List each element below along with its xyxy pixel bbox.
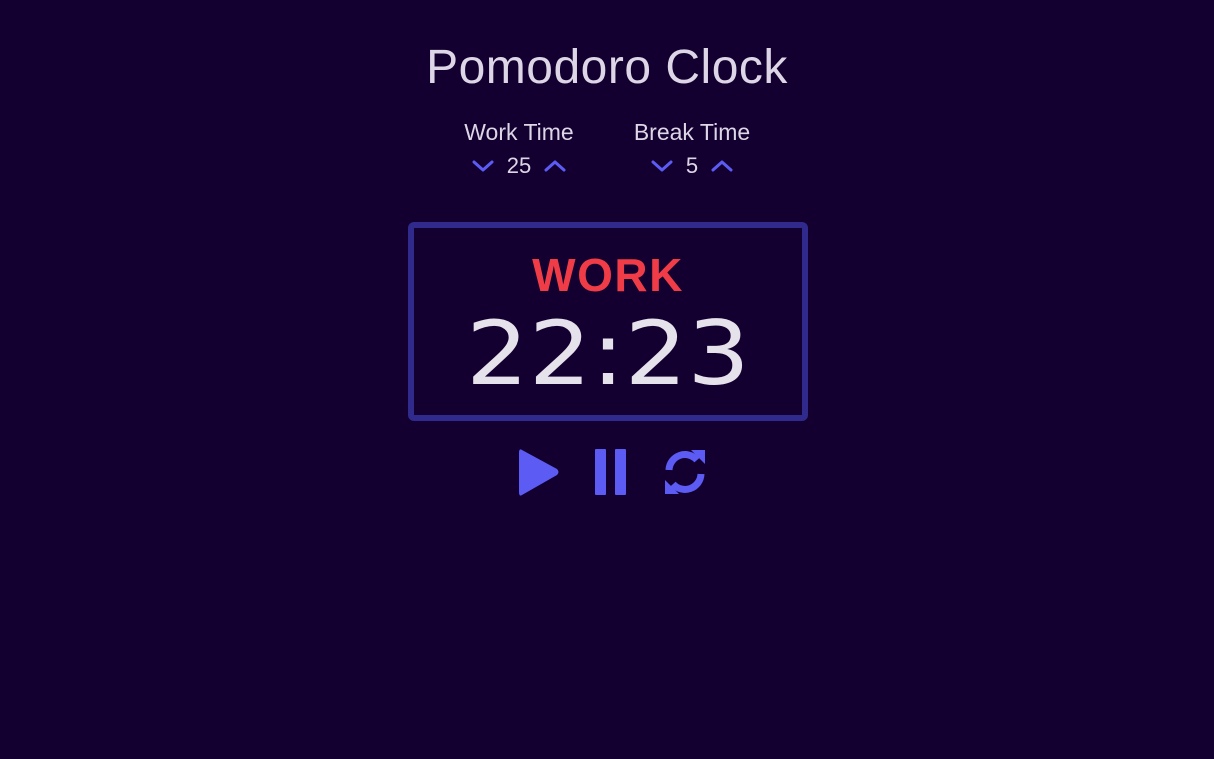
chevron-down-icon xyxy=(651,160,673,172)
break-time-value: 5 xyxy=(685,153,699,178)
timer-countdown: 22:23 xyxy=(466,312,750,396)
break-increment-button[interactable] xyxy=(710,158,734,174)
pause-icon xyxy=(595,449,626,495)
refresh-icon xyxy=(665,450,705,494)
break-decrement-button[interactable] xyxy=(650,158,674,174)
work-increment-button[interactable] xyxy=(543,158,567,174)
chevron-down-icon xyxy=(472,160,494,172)
break-time-label: Break Time xyxy=(633,119,751,145)
work-decrement-button[interactable] xyxy=(471,158,495,174)
pause-button[interactable] xyxy=(594,448,628,501)
break-time-controls: 5 xyxy=(602,153,782,179)
reset-button[interactable] xyxy=(661,444,709,505)
work-time-setting: Work Time 25 xyxy=(429,118,609,179)
work-time-value: 25 xyxy=(506,153,532,178)
timer-display-panel: WORK 22:23 xyxy=(408,222,808,421)
chevron-up-icon xyxy=(711,160,733,172)
page-title: Pomodoro Clock xyxy=(426,41,788,94)
work-time-label: Work Time xyxy=(464,119,574,145)
timer-countdown-text: 22:23 xyxy=(466,312,750,396)
work-time-controls: 25 xyxy=(429,153,609,179)
timer-mode-label: WORK xyxy=(532,249,684,301)
chevron-up-icon xyxy=(544,160,566,172)
break-time-setting: Break Time 5 xyxy=(602,118,782,179)
play-button[interactable] xyxy=(517,447,561,502)
play-icon xyxy=(519,449,559,496)
timer-controls xyxy=(0,443,1214,503)
